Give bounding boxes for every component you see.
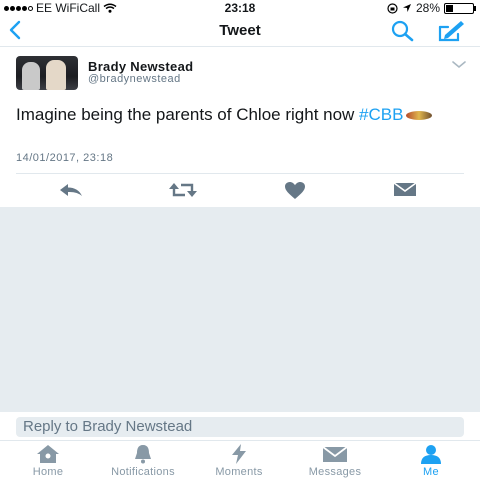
avatar[interactable] — [16, 56, 78, 90]
navigation-bar: Tweet — [0, 16, 480, 47]
moments-lightning-icon — [232, 444, 246, 464]
retweet-icon[interactable] — [168, 181, 198, 199]
avatar-person-right — [46, 60, 66, 90]
tweet-timestamp: 14/01/2017, 23:18 — [16, 152, 114, 164]
messages-envelope-icon — [322, 446, 348, 462]
tab-notifications-label: Notifications — [111, 466, 175, 478]
profile-person-icon — [421, 445, 441, 464]
tweet-text: Imagine being the parents of Chloe right… — [16, 104, 466, 126]
screen-rotation-lock-icon — [387, 2, 398, 14]
reply-icon[interactable] — [58, 182, 84, 198]
battery-level-fill — [446, 4, 453, 12]
battery-percent: 28% — [415, 1, 440, 15]
tweet-detail: Brady Newstead @bradynewstead Imagine be… — [0, 47, 480, 207]
search-icon[interactable] — [390, 20, 416, 42]
status-bar: EE WiFiCall 23:18 28% — [0, 0, 480, 16]
tab-me[interactable]: Me — [386, 444, 476, 478]
tab-notifications[interactable]: Notifications — [98, 444, 188, 478]
hashtag-link[interactable]: #CBB — [359, 105, 403, 124]
status-right: 28% — [387, 1, 476, 15]
location-arrow-icon — [402, 4, 411, 12]
tab-moments-label: Moments — [215, 466, 263, 478]
divider — [16, 173, 464, 174]
tab-messages-label: Messages — [308, 466, 362, 478]
author-name[interactable]: Brady Newstead — [88, 59, 193, 74]
tweet-actions — [0, 179, 480, 203]
tab-me-label: Me — [423, 466, 439, 478]
tab-messages[interactable]: Messages — [290, 444, 380, 478]
tab-bar: Home Notifications Moments Messages Me — [0, 440, 480, 481]
reply-input[interactable]: Reply to Brady Newstead — [16, 417, 464, 437]
hashtag-emoji-icon — [406, 111, 433, 121]
tab-home-label: Home — [32, 466, 64, 478]
tab-home[interactable]: Home — [3, 444, 93, 478]
avatar-person-left — [22, 62, 40, 90]
direct-message-icon[interactable] — [393, 182, 417, 197]
tweet-text-body: Imagine being the parents of Chloe right… — [16, 105, 360, 124]
tab-moments[interactable]: Moments — [194, 444, 284, 478]
compose-icon[interactable] — [436, 19, 466, 43]
content-background — [0, 207, 480, 412]
notifications-bell-icon — [135, 445, 151, 464]
battery-icon — [444, 2, 476, 14]
home-icon — [37, 445, 59, 463]
like-icon[interactable] — [284, 181, 306, 200]
author-handle[interactable]: @bradynewstead — [88, 73, 181, 85]
chevron-down-icon[interactable] — [452, 61, 466, 69]
